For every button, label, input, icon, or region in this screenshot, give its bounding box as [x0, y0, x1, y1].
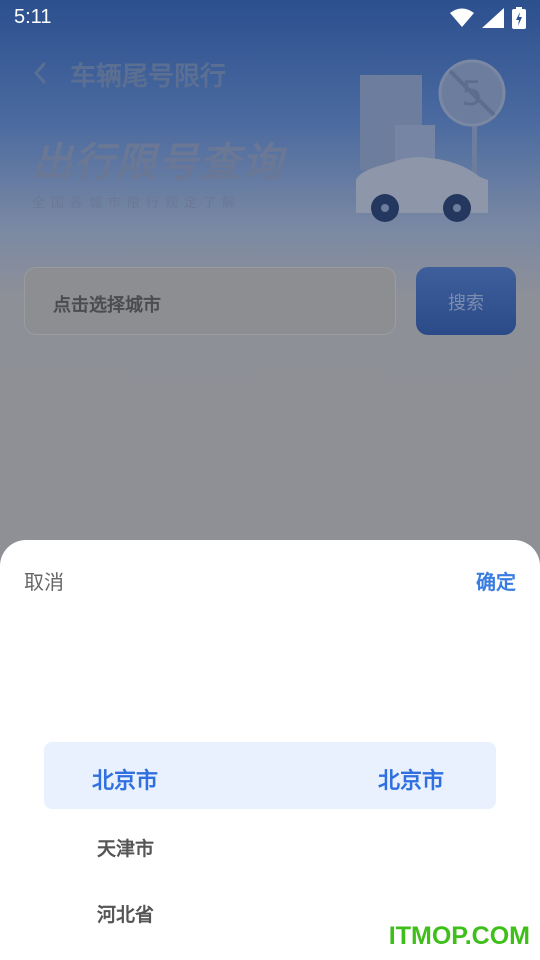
- search-button[interactable]: 搜索: [416, 267, 516, 335]
- picker-selected-city[interactable]: 北京市: [378, 763, 444, 795]
- status-icons: [450, 6, 526, 30]
- car-illustration: 5: [356, 59, 506, 222]
- city-select-placeholder: 点击选择城市: [53, 295, 161, 316]
- signal-icon: [482, 8, 504, 28]
- battery-charging-icon: [512, 7, 526, 29]
- picker-option[interactable]: 天津市: [97, 834, 154, 861]
- status-time: 5:11: [14, 6, 52, 28]
- page-title: 车辆尾号限行: [70, 62, 227, 92]
- back-button[interactable]: [26, 58, 56, 88]
- banner-subtitle: 全国各城市限行规定了解: [32, 196, 242, 211]
- city-select-input[interactable]: 点击选择城市: [24, 267, 396, 335]
- chevron-left-icon: [33, 62, 46, 84]
- city-picker-sheet: 取消 确定 北京市 北京市 天津市 河北省: [0, 540, 540, 960]
- cancel-button[interactable]: 取消: [24, 566, 64, 595]
- wifi-icon: [450, 8, 474, 27]
- status-bar: 5:11: [0, 0, 540, 36]
- picker-option[interactable]: 河北省: [97, 900, 154, 927]
- picker-selected-province[interactable]: 北京市: [92, 763, 158, 795]
- confirm-button[interactable]: 确定: [476, 566, 516, 595]
- search-button-label: 搜索: [448, 293, 484, 314]
- banner-title: 出行限号查询: [32, 140, 284, 186]
- watermark: ITMOP.COM: [388, 922, 530, 950]
